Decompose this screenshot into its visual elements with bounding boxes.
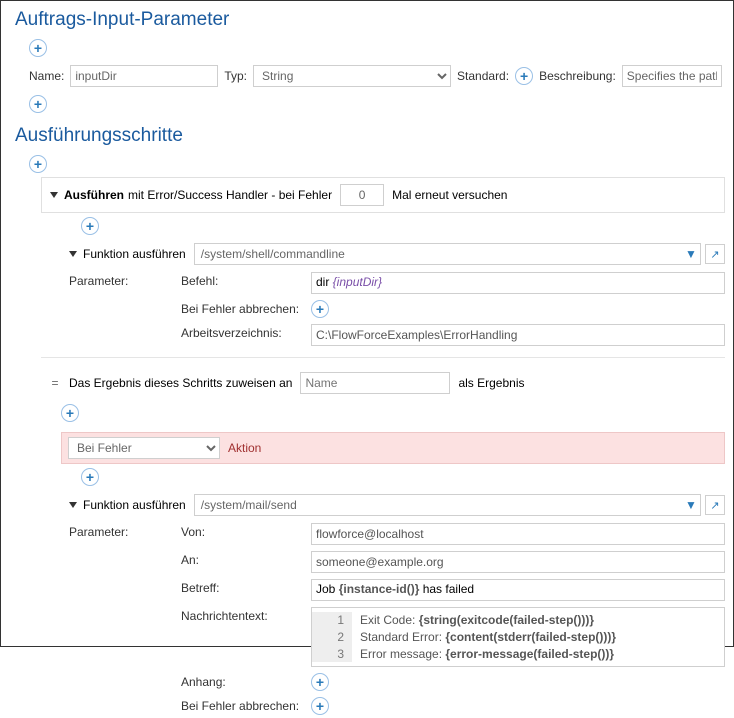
- execute-label: Ausführen: [64, 188, 124, 202]
- func2-path: /system/mail/send: [195, 496, 682, 514]
- func2-path-select[interactable]: /system/mail/send ▼: [194, 494, 701, 516]
- attach-label: Anhang:: [181, 673, 311, 689]
- type-label: Typ:: [224, 69, 247, 83]
- func1-path-select[interactable]: /system/shell/commandline ▼: [194, 243, 701, 265]
- add-standard-button[interactable]: +: [515, 67, 533, 85]
- error-handler-bar: Bei Fehler Aktion: [61, 432, 725, 464]
- separator: [41, 357, 725, 358]
- to-input[interactable]: [311, 551, 725, 573]
- expand-icon[interactable]: [50, 192, 58, 198]
- section-title-input-params: Auftrags-Input-Parameter: [1, 1, 733, 35]
- param-label-1: Parameter:: [69, 272, 181, 288]
- execute-header-row: Ausführen mit Error/Success Handler - be…: [41, 177, 725, 213]
- attach-add-button[interactable]: +: [311, 673, 329, 691]
- from-label: Von:: [181, 523, 311, 539]
- func-exec-label-1: Funktion ausführen: [83, 247, 186, 261]
- to-label: An:: [181, 551, 311, 567]
- name-label: Name:: [29, 69, 64, 83]
- add-param-button-top[interactable]: +: [29, 39, 47, 57]
- equals-icon: =: [49, 376, 61, 390]
- add-step-button-top[interactable]: +: [29, 155, 47, 173]
- type-select[interactable]: String: [253, 65, 451, 87]
- popout-button-1[interactable]: ↗: [705, 244, 725, 264]
- add-param-button-bottom[interactable]: +: [29, 95, 47, 113]
- workdir-input[interactable]: [311, 324, 725, 346]
- func-exec-label-2: Funktion ausführen: [83, 498, 186, 512]
- chevron-down-icon-2[interactable]: ▼: [682, 498, 700, 512]
- desc-input[interactable]: [622, 65, 722, 87]
- chevron-down-icon[interactable]: ▼: [682, 247, 700, 261]
- add-substep-button-2[interactable]: +: [81, 468, 99, 486]
- body-code-input[interactable]: 1Exit Code: {string(exitcode(failed-step…: [311, 607, 725, 667]
- assign-prefix: Das Ergebnis dieses Schritts zuweisen an: [69, 376, 292, 390]
- cmd-label: Befehl:: [181, 272, 311, 288]
- body-label: Nachrichtentext:: [181, 607, 311, 623]
- assign-input[interactable]: [300, 372, 450, 394]
- add-assign-button[interactable]: +: [61, 404, 79, 422]
- abort-add-button-1[interactable]: +: [311, 300, 329, 318]
- retry-suffix: Mal erneut versuchen: [392, 188, 507, 202]
- desc-label: Beschreibung:: [539, 69, 616, 83]
- subj-label: Betreff:: [181, 579, 311, 595]
- retry-input[interactable]: [340, 184, 384, 206]
- abort-label-1: Bei Fehler abbrechen:: [181, 300, 311, 316]
- action-label: Aktion: [228, 441, 261, 455]
- name-input[interactable]: [70, 65, 218, 87]
- abort-label-2: Bei Fehler abbrechen:: [181, 697, 311, 713]
- add-substep-button-1[interactable]: +: [81, 217, 99, 235]
- subj-input[interactable]: Job {instance-id()} has failed: [311, 579, 725, 601]
- section-title-steps: Ausführungsschritte: [1, 117, 733, 151]
- cmd-value-prefix[interactable]: dir: [316, 275, 333, 289]
- cmd-value-var[interactable]: {inputDir}: [333, 275, 382, 289]
- abort-add-button-2[interactable]: +: [311, 697, 329, 715]
- assign-suffix: als Ergebnis: [458, 376, 524, 390]
- workdir-label: Arbeitsverzeichnis:: [181, 324, 311, 340]
- error-condition-select[interactable]: Bei Fehler: [68, 437, 220, 459]
- expand-func1-icon[interactable]: [69, 251, 77, 257]
- param-label-2: Parameter:: [69, 523, 181, 539]
- standard-label: Standard:: [457, 69, 509, 83]
- from-input[interactable]: [311, 523, 725, 545]
- execute-suffix: mit Error/Success Handler - bei Fehler: [128, 188, 332, 202]
- popout-button-2[interactable]: ↗: [705, 495, 725, 515]
- func1-path: /system/shell/commandline: [195, 245, 682, 263]
- expand-func2-icon[interactable]: [69, 502, 77, 508]
